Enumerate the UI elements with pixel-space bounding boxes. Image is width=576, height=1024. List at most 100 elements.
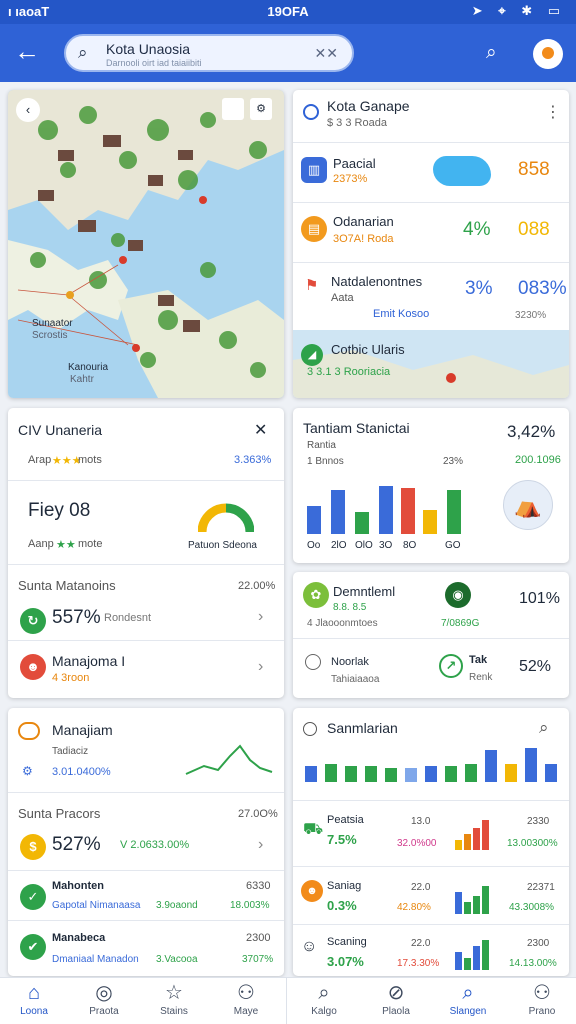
mini-map[interactable]: ◢ Cotbic Ularis 3 3.1 3 Rooriacia bbox=[293, 330, 569, 398]
section-value: 22.00% bbox=[238, 580, 276, 592]
list-item[interactable]: ✓ Mahonten Gapotal Nimanaasa 3.9oaond 63… bbox=[8, 874, 284, 920]
region-card-title: CIV Unaneria bbox=[18, 422, 103, 438]
list-item[interactable]: $ 527% V 2.0633.00% › bbox=[8, 826, 284, 870]
nav-item-kalgo[interactable]: ⌕ Kalgo bbox=[294, 982, 354, 1017]
row-sub: 4 3roon bbox=[52, 672, 90, 684]
nav-item-slangen[interactable]: ⌕ Slangen bbox=[438, 982, 498, 1017]
row-bar-icon bbox=[455, 940, 489, 970]
row-sub: Aata bbox=[331, 292, 354, 304]
row-value: 0.3% bbox=[327, 898, 357, 913]
chart-label: 3O bbox=[379, 540, 393, 551]
nav-item-loona[interactable]: ⌂ Loona bbox=[4, 982, 64, 1017]
settings-icon: ⚙ bbox=[22, 764, 33, 778]
search-icon[interactable]: ⌕ bbox=[486, 42, 497, 64]
row-right-bottom: 14.13.00% bbox=[509, 958, 557, 969]
row-value-small: 3230% bbox=[515, 310, 547, 321]
row-right-bottom: 3707% bbox=[242, 954, 274, 965]
search-icon[interactable]: ⌕ bbox=[539, 718, 549, 738]
close-icon[interactable]: ✕ bbox=[254, 420, 267, 440]
row-value: 101% bbox=[519, 590, 560, 607]
nav-item-plaola[interactable]: ⊘ Plaola bbox=[366, 982, 426, 1017]
region-sub-right: 3.363% bbox=[234, 454, 272, 466]
map-view[interactable]: ‹ ⚙ Sunaator Scrostis Kanouria Kahtr bbox=[8, 90, 284, 398]
chart-label: 8O bbox=[403, 540, 417, 551]
avatar[interactable] bbox=[533, 39, 563, 69]
chart-label: OlO bbox=[355, 540, 373, 551]
row-sub: Tahiaiaaoa bbox=[331, 674, 380, 685]
status-bar: ı ıaoaT 19OFA ➤ ⌖ ✱ ▭ bbox=[0, 0, 576, 24]
list-item[interactable]: ☺ Scaning 3.07% 22.0 17.3.30% 2300 14.13… bbox=[293, 928, 569, 976]
row-value: 088 bbox=[518, 219, 550, 240]
row-title: Manabeca bbox=[52, 932, 106, 944]
row-value: 527% bbox=[52, 834, 101, 855]
statistics-card: Tantiam Stanictai 3,42% Rantia 1 Bnnos 2… bbox=[293, 408, 569, 563]
clock-icon bbox=[303, 722, 317, 736]
nav-item-stains[interactable]: ☆ Stains bbox=[144, 982, 204, 1017]
row-right-top: 2330 bbox=[527, 816, 550, 827]
management-sub2: 3.01.0400% bbox=[52, 766, 111, 778]
row-sub: V 2.0633.00% bbox=[120, 839, 190, 851]
chevron-right-icon: › bbox=[258, 658, 264, 675]
person-icon: ☻ bbox=[301, 880, 323, 902]
nav-label: Maye bbox=[233, 1006, 259, 1017]
mini-map-subtitle: 3 3.1 3 Rooriacia bbox=[307, 366, 391, 378]
list-item[interactable]: ⚑ Natdalenontnes Aata Emit Kosoo 3% 083%… bbox=[293, 262, 569, 330]
row-label: Paacial bbox=[333, 156, 376, 171]
region-sub-left: Arap bbox=[28, 454, 52, 466]
list-item[interactable]: ▥ Paacial 2373% 858 bbox=[293, 142, 569, 202]
row-value-percent: 3% bbox=[465, 278, 493, 299]
clear-icon[interactable]: ✕✕ bbox=[315, 45, 338, 62]
row-title: Noorlak bbox=[331, 656, 369, 668]
row-value: Manajoma I bbox=[52, 653, 126, 669]
management-title: Manajiam bbox=[52, 722, 113, 738]
mini-map-canvas bbox=[293, 350, 569, 398]
stat-sub: Rantia bbox=[307, 440, 336, 451]
row-bar-icon bbox=[455, 820, 489, 850]
list-item[interactable]: ✿ Demntleml 8.8. 8.5 4 Jlaooonmtoes ◉ 7/… bbox=[293, 572, 569, 638]
row-sub2: Emit Kosoo bbox=[373, 308, 430, 320]
search-bar[interactable]: ⌕ Kota Unaosia Darnooli oirt iad taiaiib… bbox=[64, 34, 354, 72]
list-item[interactable]: ▤ Odanarian 3O7A! Roda 4% 088 bbox=[293, 202, 569, 262]
sparkline-shape bbox=[433, 156, 491, 186]
nav-label: Prano bbox=[528, 1006, 556, 1017]
nav-item-praota[interactable]: ◎ Praota bbox=[74, 982, 134, 1017]
home-icon: ⌂ bbox=[27, 982, 41, 1004]
demographics-card: ✿ Demntleml 8.8. 8.5 4 Jlaooonmtoes ◉ 7/… bbox=[293, 572, 569, 698]
map-label: Kahtr bbox=[70, 374, 94, 385]
stat-value: 3,42% bbox=[507, 422, 556, 441]
chart-label: GO bbox=[445, 540, 461, 551]
row-right-top: 22371 bbox=[527, 882, 555, 893]
row-sub: Rondesnt bbox=[104, 612, 152, 624]
more-icon[interactable]: ⋮ bbox=[545, 102, 561, 122]
nav-item-maye[interactable]: ⚇ Maye bbox=[216, 982, 276, 1017]
chart-label: 2lO bbox=[331, 540, 347, 551]
row-mid-bottom: 32.0%00 bbox=[397, 838, 437, 849]
row-right-bottom: 18.003% bbox=[230, 900, 270, 911]
row-right-bottom: 43.3008% bbox=[509, 902, 555, 913]
row-value: 52% bbox=[519, 658, 552, 675]
nav-item-prano[interactable]: ⚇ Prano bbox=[512, 982, 572, 1017]
list-item[interactable]: ⛟ Peatsia 7.5% 13.0 32.0%00 2330 13.0030… bbox=[293, 804, 569, 862]
row-mid-sub: Renk bbox=[469, 672, 493, 683]
list-item[interactable]: ↻ 557% Rondesnt › bbox=[8, 600, 284, 640]
section-title: Sunta Matanoins bbox=[18, 578, 116, 593]
map-back-icon[interactable]: ‹ bbox=[16, 98, 40, 122]
map-layer-icon[interactable] bbox=[222, 98, 244, 120]
row-bar-icon bbox=[455, 886, 489, 914]
list-item[interactable]: ☻ Saniag 0.3% 22.0 42.80% 22371 43.3008% bbox=[293, 870, 569, 924]
nav-icon: ◢ bbox=[301, 344, 323, 366]
row-title: Saniag bbox=[327, 880, 362, 892]
list-item[interactable]: ✔ Manabeca Dmaniaal Manadon 3.Vacooa 230… bbox=[8, 924, 284, 974]
mini-map-title: Cotbic Ularis bbox=[331, 342, 405, 357]
list-item[interactable]: ☻ Manajoma I 4 3roon › bbox=[8, 644, 284, 694]
app-bar: ← ⌕ Kota Unaosia Darnooli oirt iad taiai… bbox=[0, 24, 576, 82]
row-sub: Gapotal Nimanaasa bbox=[52, 900, 141, 911]
back-arrow-icon[interactable]: ← bbox=[14, 38, 40, 64]
toggle-icon bbox=[18, 722, 40, 740]
search-icon: ⌕ bbox=[318, 982, 330, 1004]
location-icon bbox=[303, 104, 319, 120]
bar-chart bbox=[307, 486, 461, 534]
map-settings-icon[interactable]: ⚙ bbox=[250, 98, 272, 120]
search-icon: ⌕ bbox=[78, 43, 88, 62]
list-item[interactable]: Noorlak Tahiaiaaoa ↗ Tak Renk 52% bbox=[293, 638, 569, 698]
